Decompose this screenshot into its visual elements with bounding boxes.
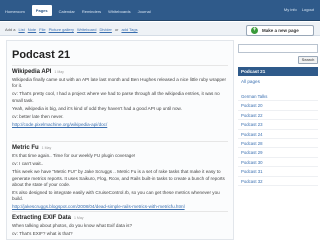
post-date: 1 May: [41, 146, 52, 150]
sidebar-page-link[interactable]: Podcast 29: [238, 148, 318, 158]
sidebar-page-link[interactable]: Podcast 30: [238, 158, 318, 168]
add-writeboard-link[interactable]: Writeboard: [77, 27, 97, 32]
post-date: 1 May: [54, 70, 64, 74]
post-wikipedia-api: Wikipedia API 1 May Wikipedia finally ca…: [12, 65, 228, 128]
post-metric-fu: Metric Fu 1 May It's that time again.. T…: [12, 141, 228, 211]
sidebar-page-link[interactable]: German Talks: [238, 92, 318, 102]
nav-tab-pages[interactable]: Pages: [31, 5, 52, 16]
post-date: 1 May: [74, 216, 84, 220]
sidebar-page-list: German Talks Podcast 20 Podcast 22 Podca…: [238, 92, 318, 186]
sidebar-page-link[interactable]: Podcast 32: [238, 177, 318, 186]
page-content: Podcast 21 Wikipedia API 1 May Wikipedia…: [6, 40, 234, 240]
plus-icon: +: [251, 27, 258, 34]
main-nav: Homeroom Pages Calendar Reminders Whiteb…: [5, 5, 158, 16]
nav-tab-homeroom[interactable]: Homeroom: [5, 9, 25, 14]
post-paragraph: cv: better late then never.: [12, 114, 64, 120]
top-navigation-bar: Homeroom Pages Calendar Reminders Whiteb…: [0, 0, 320, 21]
post-paragraph: cv: That's EXIF? what is that?: [12, 231, 73, 237]
sidebar-current-page: Podcast 21: [238, 67, 318, 76]
add-tags-link[interactable]: add Tags: [121, 27, 137, 32]
search-input[interactable]: [238, 44, 318, 53]
post-title[interactable]: Extracting EXIF Data: [12, 215, 71, 221]
make-new-page-button[interactable]: + Make a new page: [246, 25, 314, 36]
add-picture-gallery-link[interactable]: Picture gallery: [49, 27, 74, 32]
post-header: Metric Fu 1 May: [12, 141, 228, 151]
make-new-page-label: Make a new page: [262, 28, 299, 33]
nav-tab-calendar[interactable]: Calendar: [59, 9, 75, 14]
add-file-link[interactable]: File: [39, 27, 45, 32]
post-paragraph: cv: I can't wait..: [12, 161, 44, 167]
sidebar-page-link[interactable]: Podcast 20: [238, 101, 318, 111]
post-paragraph: Wikipedia finally came out with an API l…: [12, 77, 226, 89]
sidebar-page-link[interactable]: Podcast 24: [238, 130, 318, 139]
account-links: My info Logout: [279, 7, 314, 12]
sidebar-page-link[interactable]: Podcast 28: [238, 139, 318, 149]
logout-link[interactable]: Logout: [302, 7, 314, 12]
post-header: Extracting EXIF Data 1 May: [12, 211, 228, 221]
post-header: Wikipedia API 1 May: [12, 65, 228, 75]
my-info-link[interactable]: My info: [284, 7, 297, 12]
all-pages-link[interactable]: All pages: [241, 79, 260, 84]
add-divider-link[interactable]: Divider: [99, 27, 111, 32]
sidebar-page-link[interactable]: Podcast 23: [238, 120, 318, 130]
post-extracting-exif-data: Extracting EXIF Data 1 May When talking …: [12, 211, 228, 237]
add-a-label: Add a: [5, 27, 16, 32]
post-paragraph: cv: That's pretty cool, I had a project …: [12, 91, 220, 103]
search-button[interactable]: Search: [298, 56, 318, 64]
page-title: Podcast 21: [12, 49, 71, 61]
post-paragraph: It's that time again.. Time for our week…: [12, 153, 136, 158]
post-paragraph: This week we have "Metric FU!" by Jake S…: [12, 169, 225, 187]
sidebar-page-link[interactable]: Podcast 22: [238, 111, 318, 121]
post-paragraph: It's also designed to integrate easily w…: [12, 190, 220, 202]
nav-tab-reminders[interactable]: Reminders: [82, 9, 101, 14]
post-paragraph: When talking about photos, do you know w…: [12, 223, 133, 228]
sidebar-page-link[interactable]: Podcast 31: [238, 167, 318, 177]
post-link[interactable]: http://code.pixelmachine.org/wikipedia-a…: [12, 122, 228, 128]
post-title[interactable]: Metric Fu: [12, 145, 39, 151]
post-title[interactable]: Wikipedia API: [12, 69, 51, 75]
post-paragraph: Yeah, wikipedia is big, and it's kind of…: [12, 105, 182, 111]
add-note-link[interactable]: Note: [28, 27, 36, 32]
nav-tab-journal[interactable]: Journal: [138, 9, 151, 14]
or-label: or: [114, 27, 119, 32]
add-content-row: Add a List Note File Picture gallery Wri…: [5, 27, 141, 32]
add-list-link[interactable]: List: [18, 27, 24, 32]
nav-tab-whiteboards[interactable]: Whiteboards: [108, 9, 130, 14]
post-link[interactable]: http://jakescruggs.blogspot.com/2008/04/…: [12, 204, 228, 210]
